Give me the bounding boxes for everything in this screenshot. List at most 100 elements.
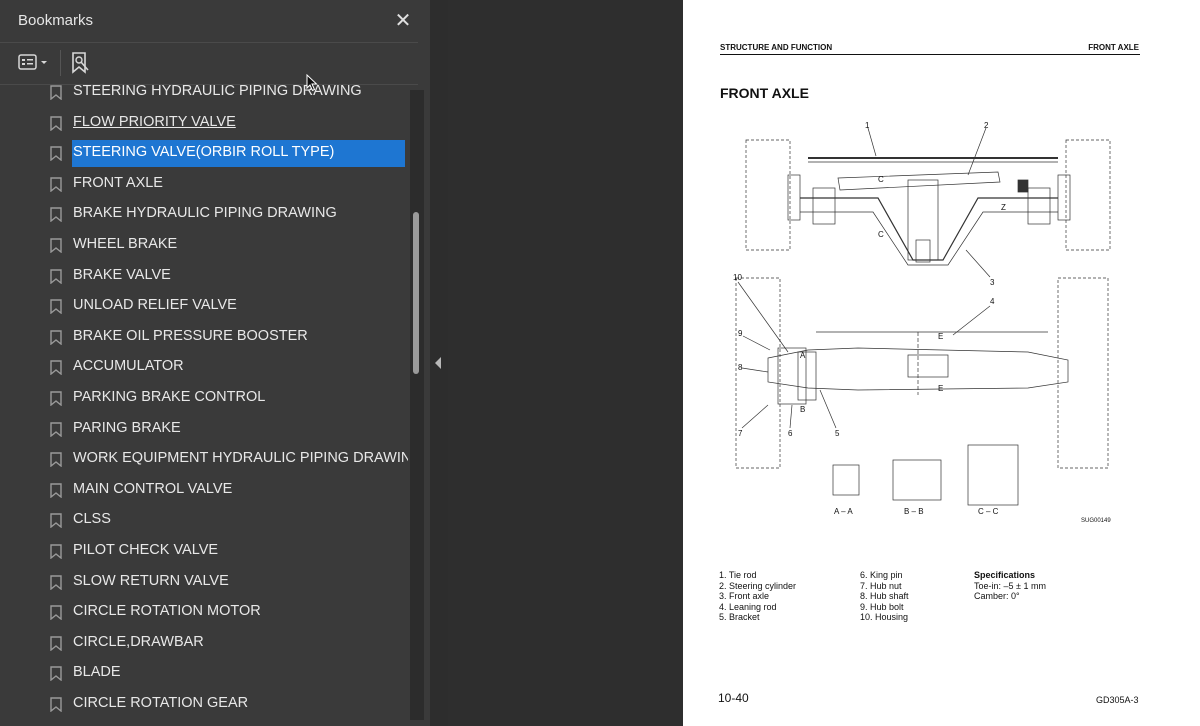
mouse-cursor-icon: [306, 74, 318, 92]
bookmark-icon: [50, 115, 62, 131]
bookmarks-toolbar: [0, 42, 430, 84]
bookmark-item[interactable]: SLOW RETURN VALVE: [0, 568, 408, 596]
chevron-left-icon[interactable]: [435, 357, 441, 369]
bookmark-icon: [50, 360, 62, 376]
model-code: GD305A-3: [1096, 695, 1139, 705]
bookmark-item[interactable]: CLSS: [0, 506, 408, 534]
toolbar-separator: [60, 50, 61, 76]
bookmark-label: CIRCLE,DRAWBAR: [73, 633, 204, 650]
bookmark-label: BLADE: [73, 664, 121, 681]
bookmark-item[interactable]: CIRCLE ROTATION GEAR: [0, 690, 408, 718]
specifications-title: Specifications: [974, 570, 1036, 580]
legend-item: 5. Bracket: [719, 612, 760, 622]
legend-column-2: 6. King pin 7. Hub nut 8. Hub shaft 9. H…: [860, 570, 909, 623]
header-rule: [720, 54, 1140, 55]
bookmark-item[interactable]: BRAKE OIL PRESSURE BOOSTER: [0, 323, 408, 351]
specifications: Specifications Toe-in: –5 ± 1 mm Camber:…: [974, 570, 1046, 602]
bookmark-item[interactable]: STEERING HYDRAULIC PIPING DRAWING: [0, 85, 408, 106]
bookmark-icon: [50, 391, 62, 406]
bookmark-item[interactable]: PARING BRAKE: [0, 415, 408, 443]
bookmark-item[interactable]: STEERING VALVE(ORBIR ROLL TYPE): [0, 139, 408, 168]
svg-text:B – B: B – B: [904, 507, 924, 516]
page-number: 10-40: [718, 691, 749, 705]
bookmark-label: FRONT AXLE: [73, 174, 163, 191]
bookmark-icon: [50, 605, 62, 621]
bookmark-item[interactable]: BRAKE HYDRAULIC PIPING DRAWING: [0, 200, 408, 228]
spec-camber: Camber: 0°: [974, 591, 1020, 601]
pdf-page: STRUCTURE AND FUNCTION FRONT AXLE FRONT …: [683, 0, 1200, 726]
bookmark-label: BRAKE OIL PRESSURE BOOSTER: [73, 327, 308, 344]
legend-column-1: 1. Tie rod 2. Steering cylinder 3. Front…: [719, 570, 796, 623]
svg-text:2: 2: [984, 121, 989, 130]
front-axle-drawing: 1 2 3 4 5 6 7 8 9 10 C C Z E E A B A – A B – B C – C S…: [733, 121, 1111, 524]
page-header-right: FRONT AXLE: [1088, 43, 1139, 52]
bookmark-label: CLSS: [73, 511, 111, 528]
bookmark-list: STEERING HYDRAULIC PIPING DRAWING FLOW PR…: [0, 85, 408, 726]
bookmark-item[interactable]: CIRCLE ROTATION MOTOR: [0, 598, 408, 626]
bookmark-label: ACCUMULATOR: [73, 358, 184, 375]
bookmark-icon: [50, 452, 62, 468]
bookmark-item[interactable]: BRAKE VALVE: [0, 262, 408, 290]
bookmark-options-icon[interactable]: [16, 52, 56, 74]
bookmark-label: FLOW PRIORITY VALVE: [73, 113, 236, 130]
bookmark-label: BRAKE HYDRAULIC PIPING DRAWING: [73, 205, 337, 222]
svg-text:C: C: [878, 230, 884, 239]
legend-item: 10. Housing: [860, 612, 909, 622]
bookmark-item[interactable]: BLADE: [0, 659, 408, 687]
bookmark-item[interactable]: CIRCLE,DRAWBAR: [0, 629, 408, 657]
svg-text:6: 6: [788, 429, 793, 438]
legend-item: 8. Hub shaft: [860, 591, 909, 601]
bookmark-item[interactable]: FLOW PRIORITY VALVE: [0, 109, 408, 137]
svg-text:SUG00149: SUG00149: [1081, 518, 1111, 524]
bookmark-icon: [50, 636, 62, 651]
bookmark-item[interactable]: WHEEL BRAKE: [0, 231, 408, 259]
bookmark-icon: [50, 238, 62, 253]
svg-text:B: B: [800, 405, 805, 414]
bookmark-icon: [50, 544, 62, 559]
bookmark-item[interactable]: PILOT CHECK VALVE: [0, 537, 408, 565]
legend-item: 2. Steering cylinder: [719, 580, 797, 591]
bookmark-icon: [50, 146, 62, 162]
bookmark-icon: [50, 330, 62, 345]
bookmark-icon: [50, 177, 62, 192]
bookmark-item[interactable]: ACCUMULATOR: [0, 353, 408, 381]
bookmark-item[interactable]: PARKING BRAKE CONTROL: [0, 384, 408, 412]
bookmark-icon: [50, 421, 62, 437]
bookmark-label: CIRCLE ROTATION GEAR: [73, 695, 249, 711]
close-icon[interactable]: ✕: [392, 10, 414, 32]
bookmark-label: BRAKE VALVE: [73, 266, 171, 283]
svg-text:C – C: C – C: [978, 507, 999, 516]
bookmark-label: CIRCLE ROTATION MOTOR: [73, 603, 261, 620]
bookmarks-panel-header: Bookmarks ✕: [0, 0, 430, 42]
add-bookmark-icon[interactable]: [68, 50, 92, 76]
spec-toe-in: Toe-in: –5 ± 1 mm: [974, 580, 1046, 591]
legend-item: 7. Hub nut: [860, 580, 902, 591]
svg-text:Z: Z: [1001, 203, 1006, 212]
svg-text:A: A: [800, 351, 806, 360]
bookmark-icon: [50, 85, 62, 100]
bookmark-label: WHEEL BRAKE: [73, 236, 178, 252]
svg-text:5: 5: [835, 429, 840, 438]
svg-text:1: 1: [865, 121, 870, 130]
bookmark-label: MAIN CONTROL VALVE: [73, 480, 233, 497]
bookmark-item[interactable]: MAIN CONTROL VALVE: [0, 476, 408, 504]
bookmark-label: SLOW RETURN VALVE: [73, 572, 229, 589]
svg-text:9: 9: [738, 329, 743, 338]
bookmark-label: STEERING HYDRAULIC PIPING DRAWING: [73, 85, 362, 99]
svg-text:4: 4: [990, 297, 995, 306]
bookmark-item[interactable]: UNLOAD RELIEF VALVE: [0, 292, 408, 320]
svg-text:C: C: [878, 175, 884, 184]
bookmark-item[interactable]: FRONT AXLE: [0, 170, 408, 198]
bookmark-item[interactable]: WORK EQUIPMENT HYDRAULIC PIPING DRAWING: [0, 445, 408, 473]
bookmark-icon: [50, 483, 62, 498]
page-header-left: STRUCTURE AND FUNCTION: [720, 43, 833, 52]
scrollbar[interactable]: [410, 90, 424, 720]
bookmark-label: STEERING VALVE(ORBIR ROLL TYPE): [72, 140, 405, 168]
bookmark-label: PARING BRAKE: [73, 419, 181, 436]
scrollbar-thumb[interactable]: [413, 212, 419, 374]
legend-item: 1. Tie rod: [719, 570, 757, 580]
legend-item: 3. Front axle: [719, 591, 770, 601]
bookmark-label: PILOT CHECK VALVE: [73, 542, 219, 558]
bookmark-icon: [50, 697, 62, 712]
bookmark-icon: [50, 513, 62, 529]
